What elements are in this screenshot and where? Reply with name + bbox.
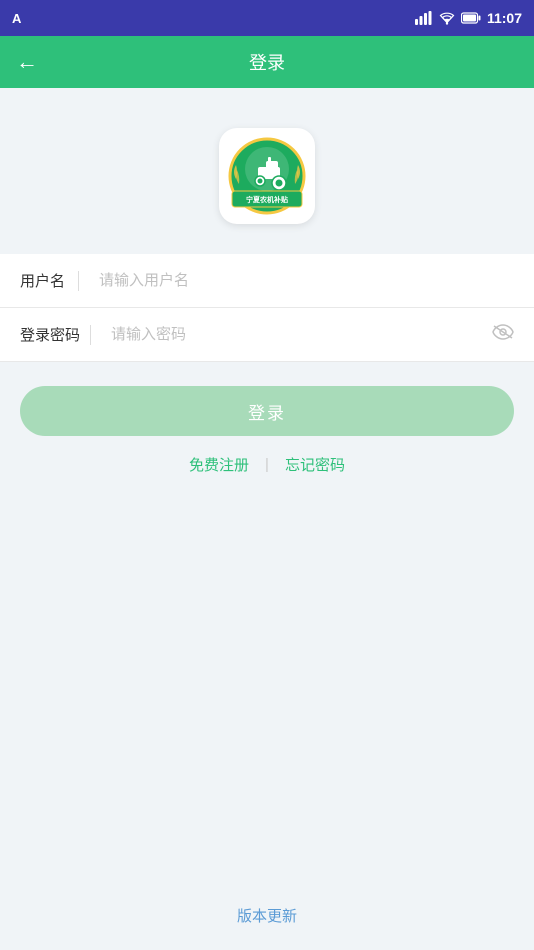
battery-icon xyxy=(461,12,481,24)
login-button-area: 登录 xyxy=(0,362,534,436)
status-bar-left: A xyxy=(12,11,21,26)
divider xyxy=(78,271,79,291)
status-bar: A 11:07 xyxy=(0,0,534,36)
content-area: 宁夏农机补贴 用户名 登录密码 xyxy=(0,88,534,493)
toggle-password-icon[interactable] xyxy=(492,323,514,346)
login-button[interactable]: 登录 xyxy=(20,386,514,436)
username-label: 用户名 xyxy=(20,270,78,291)
form-area: 用户名 登录密码 xyxy=(0,254,534,362)
username-row: 用户名 xyxy=(0,254,534,308)
links-area: 免费注册 | 忘记密码 xyxy=(0,436,534,493)
app-logo: 宁夏农机补贴 xyxy=(219,128,315,224)
logo-area: 宁夏农机补贴 xyxy=(0,88,534,254)
app-bar: ← 登录 xyxy=(0,36,534,88)
signal-icon xyxy=(415,11,433,25)
logo-svg: 宁夏农机补贴 xyxy=(228,137,306,215)
link-divider: | xyxy=(265,456,269,473)
password-row: 登录密码 xyxy=(0,308,534,362)
back-button[interactable]: ← xyxy=(16,49,38,75)
app-indicator: A xyxy=(12,11,21,26)
status-bar-right: 11:07 xyxy=(415,10,522,26)
version-update-link[interactable]: 版本更新 xyxy=(237,905,297,926)
wifi-icon xyxy=(439,12,455,25)
logo-inner: 宁夏农机补贴 xyxy=(227,136,307,216)
forgot-password-link[interactable]: 忘记密码 xyxy=(285,454,345,475)
page-title: 登录 xyxy=(249,49,285,75)
register-link[interactable]: 免费注册 xyxy=(189,454,249,475)
svg-text:宁夏农机补贴: 宁夏农机补贴 xyxy=(246,195,288,204)
password-input[interactable] xyxy=(103,326,492,343)
bottom-area: 版本更新 xyxy=(0,905,534,926)
username-input[interactable] xyxy=(91,272,514,289)
password-label: 登录密码 xyxy=(20,324,90,345)
divider2 xyxy=(90,325,91,345)
status-time: 11:07 xyxy=(487,10,522,26)
